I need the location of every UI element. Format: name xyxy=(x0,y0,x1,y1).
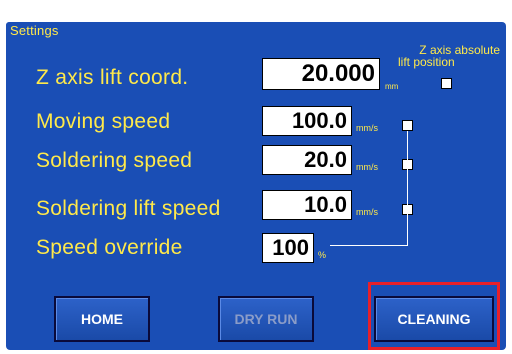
speed-override-field[interactable]: 100 xyxy=(262,233,314,263)
z-axis-absolute-checkbox[interactable] xyxy=(441,78,452,89)
z-axis-absolute-label-line2: lift position xyxy=(398,55,455,69)
soldering-speed-unit: mm/s xyxy=(356,162,378,172)
soldering-speed-label: Soldering speed xyxy=(36,149,193,172)
home-button[interactable]: HOME xyxy=(54,296,150,342)
z-axis-absolute-label: Z axis absolute lift position xyxy=(388,44,506,68)
z-axis-lift-coord-unit: mm xyxy=(385,82,399,91)
z-axis-lift-coord-label: Z axis lift coord. xyxy=(36,66,189,89)
speed-override-label: Speed override xyxy=(36,236,183,259)
soldering-lift-speed-field[interactable]: 10.0 xyxy=(262,190,352,220)
moving-speed-field[interactable]: 100.0 xyxy=(262,106,352,136)
z-axis-lift-coord-field[interactable]: 20.000 xyxy=(262,58,380,90)
soldering-lift-speed-unit: mm/s xyxy=(356,207,378,217)
speed-override-unit: % xyxy=(318,250,327,260)
speed-link-line-horizontal xyxy=(330,245,408,246)
dry-run-button[interactable]: DRY RUN xyxy=(218,296,314,342)
speed-link-line-vertical xyxy=(407,131,408,246)
soldering-lift-speed-label: Soldering lift speed xyxy=(36,197,221,220)
settings-window: Settings Z axis absolute lift position Z… xyxy=(0,0,512,354)
cleaning-button-highlight xyxy=(368,282,500,350)
moving-speed-label: Moving speed xyxy=(36,110,171,133)
moving-speed-checkbox[interactable] xyxy=(402,120,413,131)
panel-title: Settings xyxy=(10,23,59,38)
moving-speed-unit: mm/s xyxy=(356,123,378,133)
soldering-speed-field[interactable]: 20.0 xyxy=(262,145,352,175)
